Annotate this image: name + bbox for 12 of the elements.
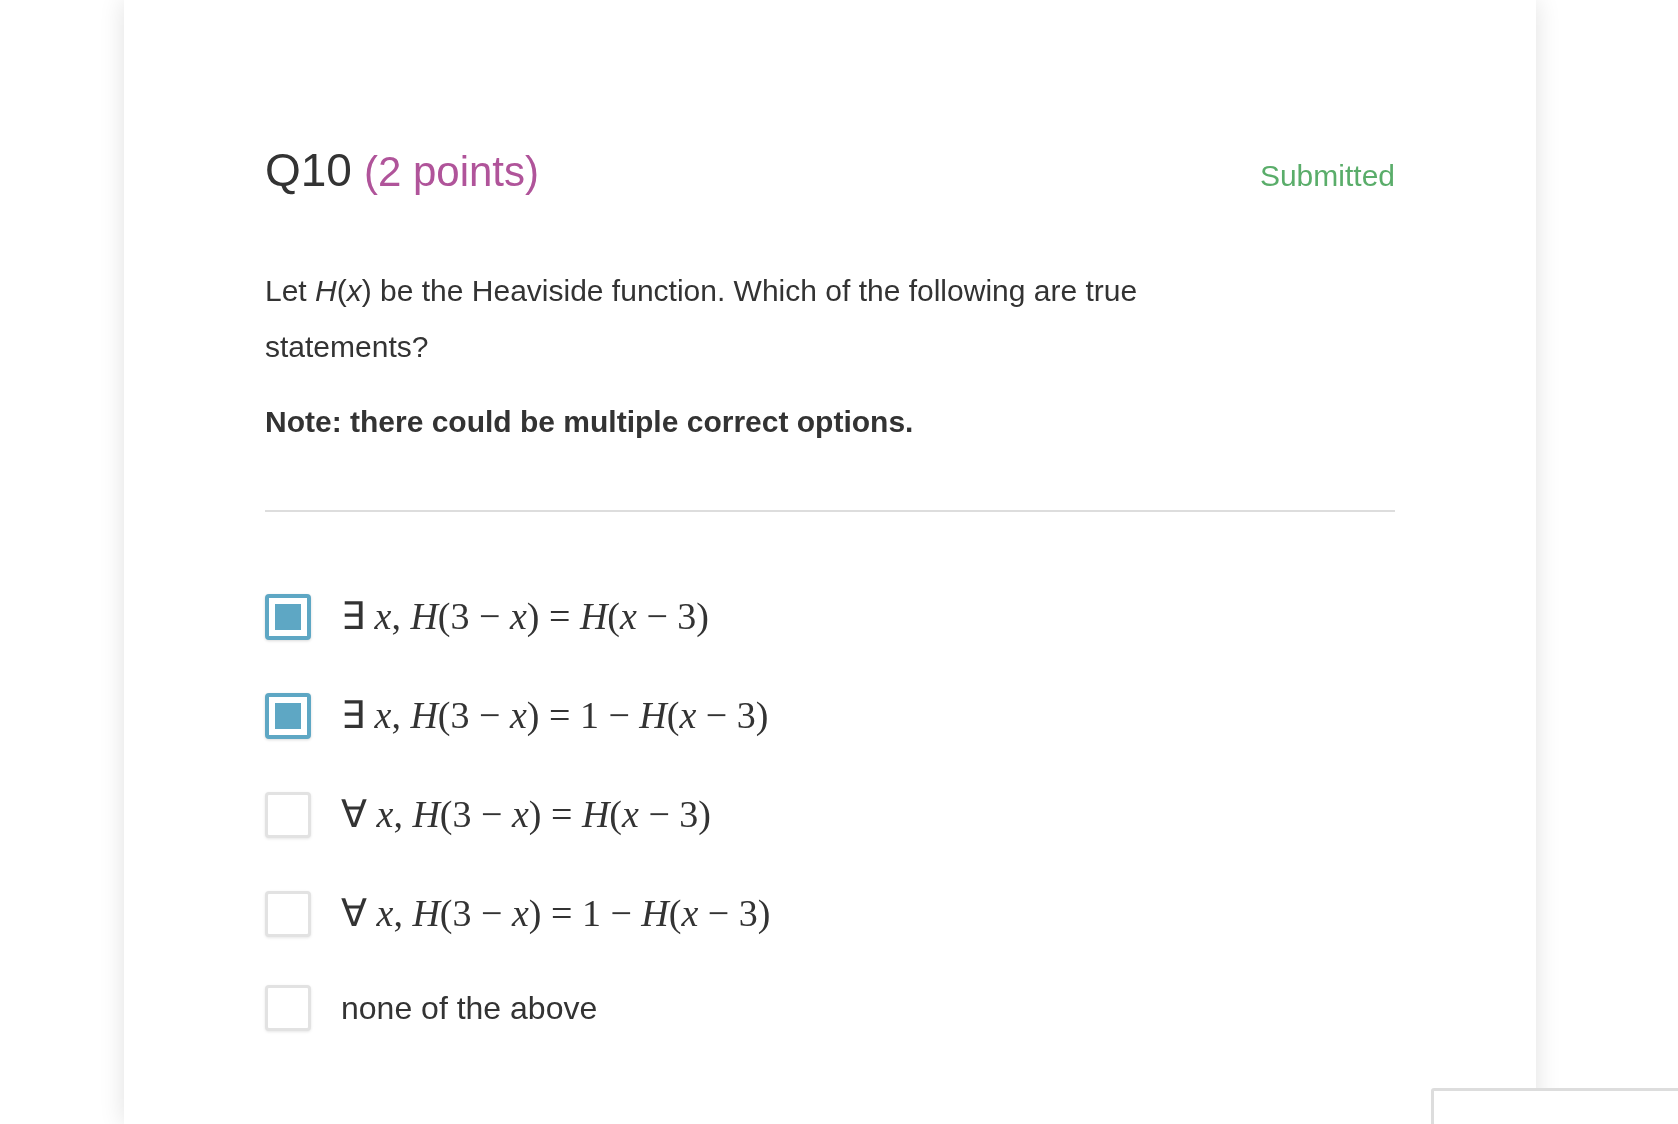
checkbox[interactable] [265,692,311,739]
option-label: ∀ x, H(3 − x) = 1 − H(x − 3) [341,891,771,936]
option-label: ∀ x, H(3 − x) = H(x − 3) [341,792,711,837]
option-label: ∃ x, H(3 − x) = H(x − 3) [341,594,709,639]
question-prompt: Let H(x) be the Heaviside function. Which of the following are true statements? [265,273,1139,365]
status-label: Submitted [1259,158,1395,194]
points-label: (2 points) [363,147,540,197]
question-number: Q10 [265,143,352,198]
checkbox[interactable] [265,593,311,640]
option-label: ∃ x, H(3 − x) = 1 − H(x − 3) [341,693,769,738]
option-label: none of the above [341,989,598,1028]
question-note: Note: there could be multiple correct options. [265,404,915,440]
